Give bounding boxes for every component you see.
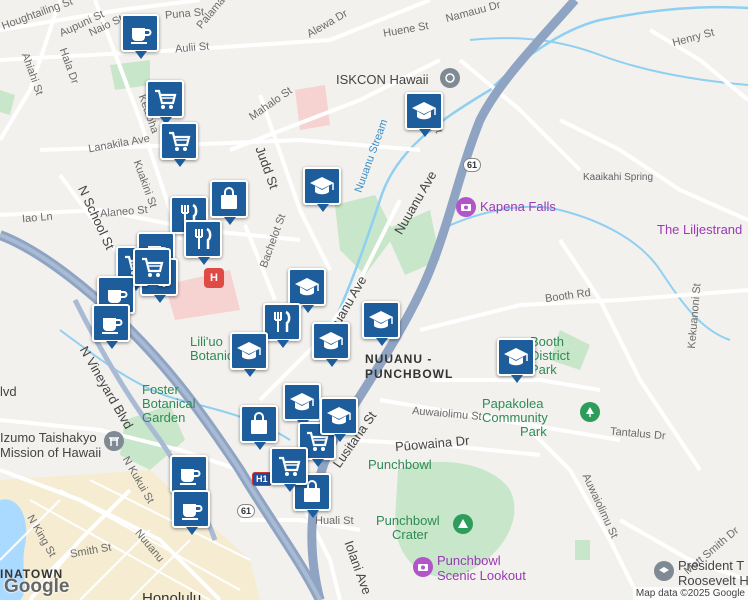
park-area	[0, 90, 15, 115]
neighborhood-label: NUUANU -	[365, 352, 433, 366]
graduation-cap-icon	[236, 338, 262, 364]
hospital-icon[interactable]: H	[204, 268, 224, 288]
poi-marker-graduation-cap[interactable]	[362, 301, 400, 346]
graduation-cap-icon	[503, 344, 529, 370]
park-area	[110, 60, 150, 90]
temple-icon[interactable]	[440, 68, 460, 88]
place-label: Community	[482, 410, 548, 425]
park-icon[interactable]	[580, 402, 600, 422]
poi-marker-shopping-bag[interactable]	[240, 405, 278, 450]
place-label: ISKCON Hawaii	[336, 72, 429, 87]
poi-marker-graduation-cap[interactable]	[230, 332, 268, 377]
shopping-cart-icon	[139, 254, 165, 280]
place-label: Botanical	[142, 396, 196, 411]
poi-marker-graduation-cap[interactable]	[283, 383, 321, 428]
shrine-icon[interactable]	[104, 431, 124, 451]
shopping-cart-icon	[152, 86, 178, 112]
poi-marker-coffee[interactable]	[170, 455, 208, 500]
camera-icon[interactable]	[413, 557, 433, 577]
place-label: Kaaikahi Spring	[583, 172, 654, 183]
poi-marker-coffee[interactable]	[172, 490, 210, 535]
shopping-cart-icon	[166, 128, 192, 154]
restaurant-icon	[190, 226, 216, 252]
place-label: Scenic Lookout	[437, 568, 526, 583]
place-label: Punchbowl	[437, 553, 501, 568]
poi-marker-graduation-cap[interactable]	[303, 167, 341, 212]
poi-marker-shopping-bag[interactable]	[210, 180, 248, 225]
coffee-icon	[127, 20, 153, 46]
graduation-cap-icon	[368, 307, 394, 333]
road-label: Huali St	[315, 515, 354, 527]
restaurant-icon	[269, 309, 295, 335]
park-area	[335, 195, 395, 275]
poi-marker-coffee[interactable]	[121, 14, 159, 59]
poi-marker-graduation-cap[interactable]	[405, 92, 443, 137]
poi-marker-shopping-cart[interactable]	[270, 447, 308, 492]
graduation-cap-icon	[309, 173, 335, 199]
place-label: Punchbowl	[376, 513, 440, 528]
poi-marker-graduation-cap[interactable]	[288, 268, 326, 313]
coffee-icon	[98, 310, 124, 336]
route-shield: 61	[463, 158, 482, 172]
poi-marker-coffee[interactable]	[92, 304, 130, 349]
poi-marker-shopping-cart[interactable]	[160, 122, 198, 167]
map-attribution: Map data ©2025 Google	[632, 587, 748, 600]
shopping-cart-icon	[276, 453, 302, 479]
camera-icon[interactable]	[456, 197, 476, 217]
place-label: Honolulu	[142, 590, 202, 600]
shopping-bag-icon	[216, 186, 242, 212]
stream-line	[328, 5, 748, 331]
place-label: Izumo Taishakyo	[0, 430, 97, 445]
place-label: President T	[678, 558, 745, 573]
coffee-icon	[178, 496, 204, 522]
poi-marker-graduation-cap[interactable]	[497, 338, 535, 383]
graduation-cap-icon	[326, 403, 352, 429]
poi-marker-restaurant[interactable]	[263, 303, 301, 348]
place-label: Papakolea	[482, 396, 544, 411]
shopping-bag-icon	[246, 411, 272, 437]
poi-marker-graduation-cap[interactable]	[320, 397, 358, 442]
place-label: Crater	[392, 527, 429, 542]
graduation-cap-icon	[294, 274, 320, 300]
school-icon[interactable]	[654, 561, 674, 581]
poi-marker-graduation-cap[interactable]	[312, 322, 350, 367]
road-label: lvd	[0, 384, 17, 399]
graduation-cap-icon	[318, 328, 344, 354]
poi-marker-restaurant[interactable]	[184, 220, 222, 265]
place-label: Roosevelt H	[678, 573, 748, 588]
route-shield: 61	[237, 504, 256, 518]
interstate-shield: H1	[252, 472, 272, 486]
graduation-cap-icon	[289, 389, 315, 415]
park-icon[interactable]	[453, 514, 473, 534]
place-label: Booth District Park	[530, 334, 570, 377]
place-label: Foster	[142, 382, 179, 397]
place-label: Garden	[142, 410, 186, 425]
poi-marker-shopping-cart[interactable]	[146, 80, 184, 125]
park-area	[575, 540, 590, 560]
place-label: Mission of Hawaii	[0, 445, 102, 460]
place-label: The Liljestrand	[657, 222, 743, 237]
neighborhood-label: PUNCHBOWL	[365, 367, 454, 381]
place-label: Punchbowl	[368, 457, 432, 472]
place-label: Park	[520, 424, 547, 439]
google-logo: Google	[4, 576, 70, 597]
graduation-cap-icon	[411, 98, 437, 124]
place-label: Kapena Falls	[480, 199, 556, 214]
map-canvas[interactable]: Houghtailing St Aupuni St Naio St Puna S…	[0, 0, 748, 600]
poi-marker-shopping-cart[interactable]	[133, 248, 171, 293]
coffee-icon	[176, 461, 202, 487]
